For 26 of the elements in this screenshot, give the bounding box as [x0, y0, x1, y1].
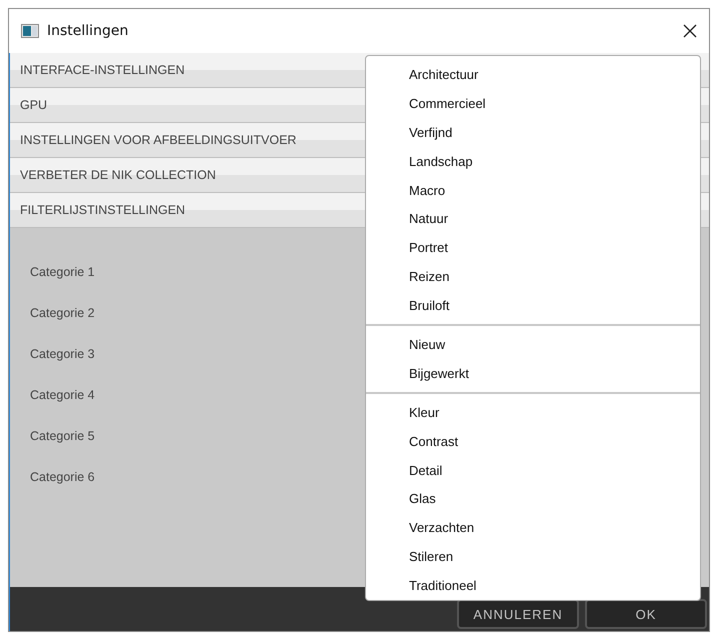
ok-button[interactable]: OK: [585, 599, 707, 629]
menu-item[interactable]: Reizen: [366, 262, 700, 292]
close-icon: [683, 24, 697, 38]
menu-item[interactable]: Glas: [366, 484, 700, 514]
close-button[interactable]: [681, 22, 699, 40]
category-label: Categorie 6: [30, 469, 95, 486]
window-title: Instellingen: [47, 23, 130, 39]
category-label: Categorie 3: [30, 346, 95, 363]
category-label: Categorie 1: [30, 264, 95, 281]
menu-item[interactable]: Commercieel: [366, 88, 700, 118]
category-label: Categorie 5: [30, 428, 95, 445]
menu-item[interactable]: Nieuw: [366, 330, 700, 359]
menu-item[interactable]: Traditioneel: [366, 571, 700, 600]
menu-item[interactable]: Bijgewerkt: [366, 358, 700, 388]
menu-item[interactable]: Detail: [366, 456, 700, 484]
menu-item[interactable]: Portret: [366, 233, 700, 262]
menu-item[interactable]: Stileren: [366, 542, 700, 572]
category-label: Categorie 4: [30, 387, 95, 404]
menu-item[interactable]: Kleur: [366, 398, 700, 427]
menu-item[interactable]: Contrast: [366, 426, 700, 456]
app-icon: [21, 24, 39, 38]
category-label: Categorie 2: [30, 305, 95, 322]
menu-item[interactable]: Bruiloft: [366, 291, 700, 320]
menu-item[interactable]: Verzachten: [366, 513, 700, 542]
cancel-button[interactable]: ANNULEREN: [457, 599, 579, 629]
menu-item[interactable]: Architectuur: [366, 60, 700, 89]
